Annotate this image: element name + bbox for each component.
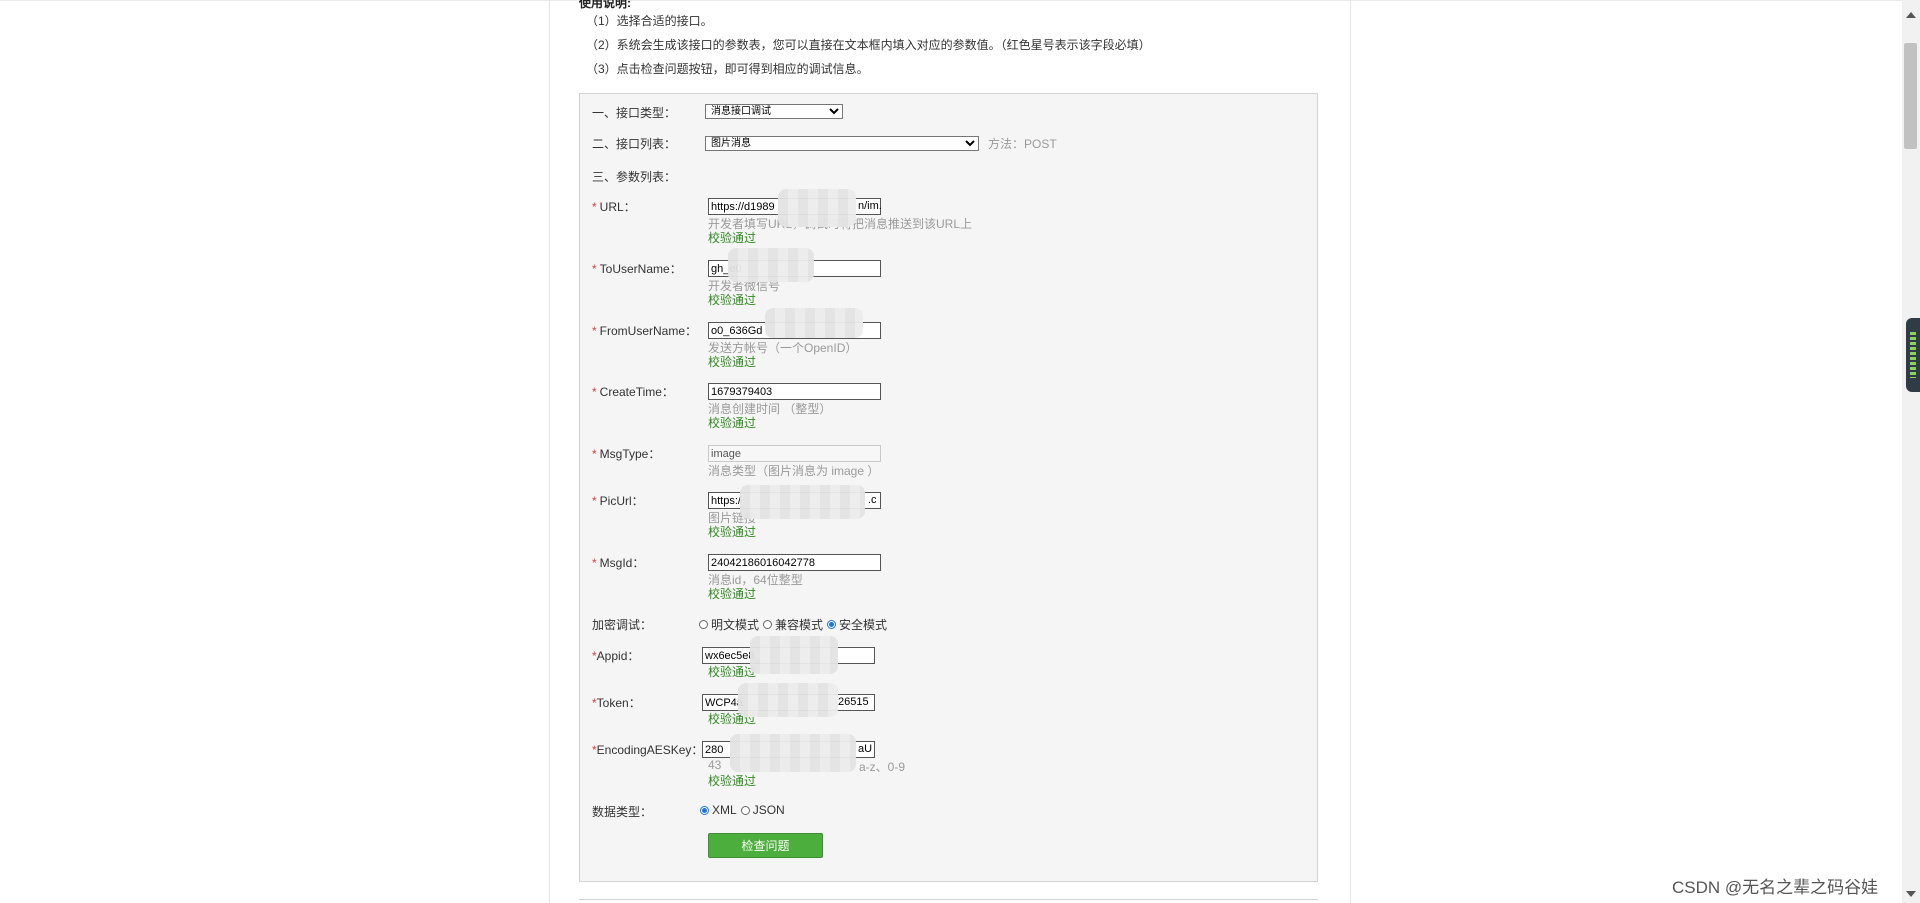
instruction-line-3: （3）点击检查问题按钮，即可得到相应的调试信息。 <box>586 62 869 76</box>
radio-json[interactable]: JSON <box>740 803 785 817</box>
to-user-label-text: ToUserName： <box>599 262 682 276</box>
radio-label: JSON <box>752 803 785 817</box>
url-value-end: n/im. <box>858 200 882 212</box>
from-user-label: * FromUserName： <box>592 322 697 339</box>
params-label: 三、参数列表： <box>592 170 677 184</box>
msg-type-input <box>708 445 881 462</box>
page: 使用说明: （1）选择合适的接口。 （2）系统会生成该接口的参数表，您可以直接在… <box>0 0 1920 903</box>
url-status: 校验通过 <box>708 231 757 245</box>
appid-label: *Appid： <box>592 647 639 664</box>
vertical-scrollbar[interactable] <box>1902 0 1920 903</box>
aes-key-label-text: EncodingAESKey： <box>596 743 704 757</box>
next-panel-edge <box>579 899 1318 903</box>
radio-xml[interactable]: XML <box>700 803 737 817</box>
radio-compat-mode[interactable]: 兼容模式 <box>763 616 823 633</box>
http-method: 方法：POST <box>988 137 1057 151</box>
radio-circle[interactable] <box>699 620 708 629</box>
appid-label-text: Appid： <box>596 649 640 663</box>
pic-url-status: 校验通过 <box>708 525 757 539</box>
token-value-end: 26515 <box>838 696 869 708</box>
scroll-down-arrow-icon[interactable] <box>1906 891 1916 897</box>
msg-type-label: * MsgType： <box>592 445 660 462</box>
radio-circle-selected[interactable] <box>700 805 709 815</box>
redaction-blur <box>740 485 865 519</box>
radio-label: 安全模式 <box>839 618 888 632</box>
radio-label: 兼容模式 <box>775 618 824 632</box>
radio-circle-selected[interactable] <box>827 620 837 629</box>
url-label: * URL： <box>592 198 636 215</box>
required-mark: * <box>592 494 597 508</box>
aes-key-hint: 43 <box>708 758 722 772</box>
interface-list-select[interactable]: 图片消息 <box>705 136 979 151</box>
msg-type-label-text: MsgType： <box>599 447 661 461</box>
required-mark: * <box>592 556 597 570</box>
redaction-blur <box>738 683 838 717</box>
token-label: *Token： <box>592 694 641 711</box>
msg-id-label: * MsgId： <box>592 554 644 571</box>
encryption-label: 加密调试： <box>592 618 653 632</box>
to-user-label: * ToUserName： <box>592 260 682 277</box>
msg-id-label-text: MsgId： <box>599 556 645 570</box>
create-time-label: * CreateTime： <box>592 383 674 400</box>
appid-status: 校验通过 <box>708 665 757 679</box>
check-problem-button[interactable]: 检查问题 <box>708 833 823 858</box>
radio-circle[interactable] <box>763 620 773 629</box>
aes-key-hint-end: a-z、0-9 <box>859 760 906 774</box>
csdn-watermark: CSDN @无名之辈之码谷娃 <box>1672 878 1879 897</box>
instruction-line-2: （2）系统会生成该接口的参数表，您可以直接在文本框内填入对应的参数值。（红色星号… <box>586 38 1151 52</box>
required-mark: * <box>592 262 597 276</box>
msg-type-hint: 消息类型（图片消息为 image ） <box>708 464 880 478</box>
debug-panel: 一、接口类型： 消息接口调试 二、接口列表： 图片消息 方法：POST 三、参数… <box>579 93 1318 882</box>
from-user-label-text: FromUserName： <box>599 324 698 338</box>
pic-url-value-end: .c <box>868 494 877 506</box>
data-type-radio-group: XML JSON <box>700 803 789 817</box>
interface-type-select[interactable]: 消息接口调试 <box>705 104 843 119</box>
required-mark: * <box>592 324 597 338</box>
pic-url-label-text: PicUrl： <box>599 494 644 508</box>
encryption-radio-group: 明文模式 兼容模式 安全模式 <box>699 616 891 633</box>
aes-key-label: *EncodingAESKey： <box>592 741 703 758</box>
redaction-blur <box>728 248 814 282</box>
scroll-thumb[interactable] <box>1904 43 1917 149</box>
create-time-input[interactable] <box>708 383 881 400</box>
interface-type-label: 一、接口类型： <box>592 106 677 120</box>
redaction-blur <box>730 734 856 772</box>
data-type-label: 数据类型： <box>592 805 653 819</box>
column-border-left <box>549 0 550 903</box>
column-border-right <box>1350 0 1351 903</box>
radio-circle[interactable] <box>740 805 750 815</box>
msg-id-input[interactable] <box>708 554 881 571</box>
required-mark: * <box>592 447 597 461</box>
signal-bars-icon <box>1910 332 1916 378</box>
aes-key-value-end: aU <box>858 743 873 755</box>
instructions-title: 使用说明: <box>579 0 631 9</box>
radio-label: 明文模式 <box>711 618 760 632</box>
instruction-line-1: （1）选择合适的接口。 <box>586 14 713 28</box>
usage-instructions: 使用说明: （1）选择合适的接口。 （2）系统会生成该接口的参数表，您可以直接在… <box>579 0 1151 81</box>
msg-id-status: 校验通过 <box>708 587 757 601</box>
radio-label: XML <box>712 803 737 817</box>
to-user-status: 校验通过 <box>708 293 757 307</box>
redaction-blur <box>765 308 863 338</box>
create-time-status: 校验通过 <box>708 416 757 430</box>
create-time-label-text: CreateTime： <box>599 385 674 399</box>
redaction-blur <box>778 189 856 227</box>
scroll-up-arrow-icon[interactable] <box>1906 12 1916 18</box>
url-label-text: URL： <box>599 200 636 214</box>
aes-key-status: 校验通过 <box>708 774 757 788</box>
from-user-status: 校验通过 <box>708 355 757 369</box>
required-mark: * <box>592 200 597 214</box>
required-mark: * <box>592 385 597 399</box>
interface-list-label: 二、接口列表： <box>592 137 677 151</box>
radio-secure-mode[interactable]: 安全模式 <box>827 616 887 633</box>
redaction-blur <box>750 636 838 674</box>
pic-url-label: * PicUrl： <box>592 492 644 509</box>
token-label-text: Token： <box>596 696 641 710</box>
side-monitor-widget[interactable] <box>1906 318 1920 392</box>
radio-plain-mode[interactable]: 明文模式 <box>699 616 759 633</box>
